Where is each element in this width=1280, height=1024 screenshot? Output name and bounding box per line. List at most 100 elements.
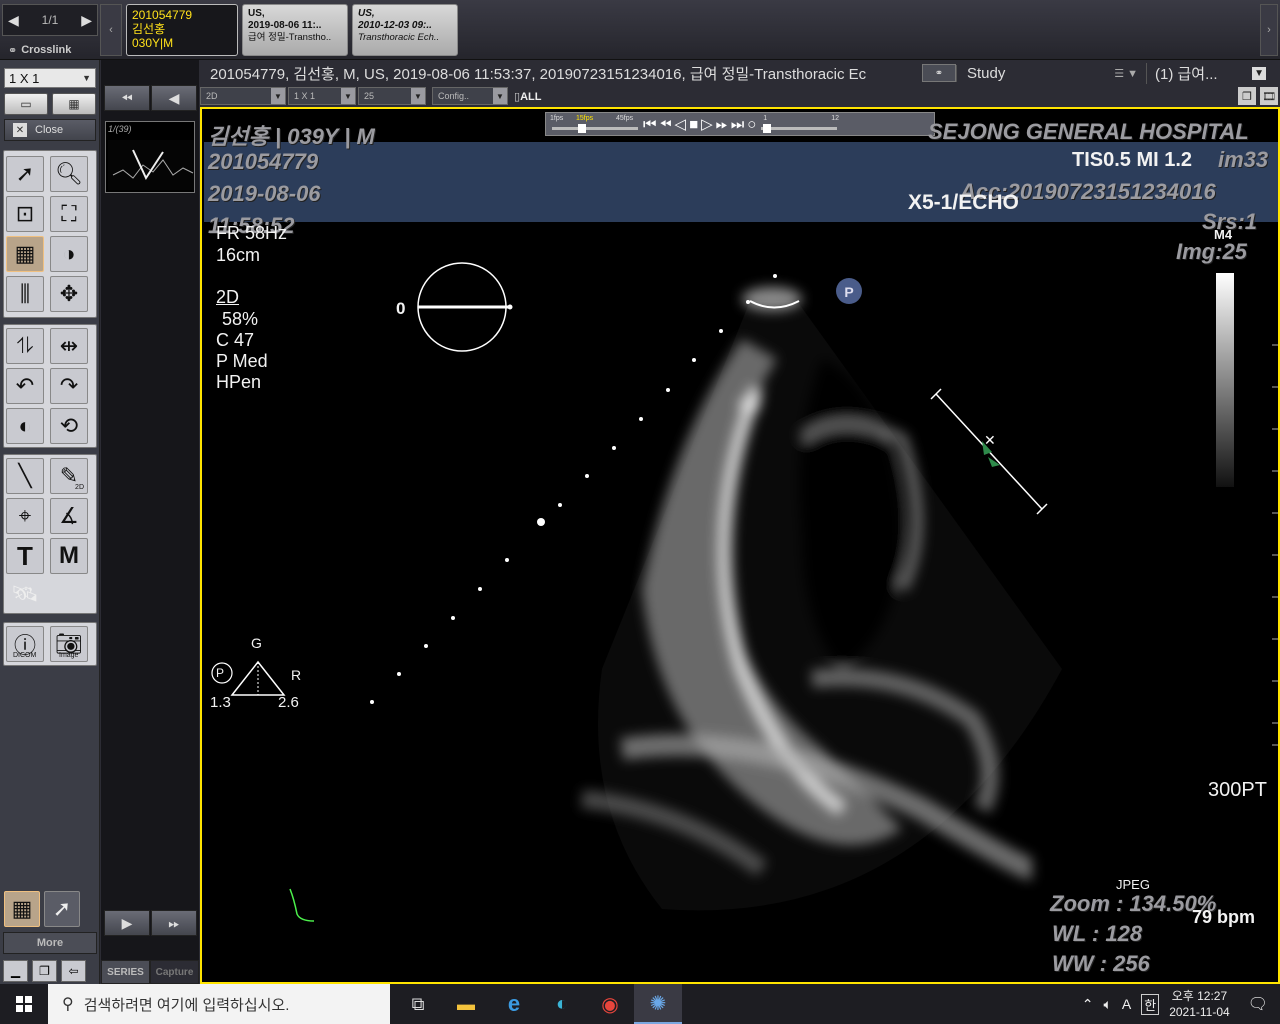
layout-value: 1 X 1 <box>294 91 316 101</box>
task-view-button[interactable]: ⧉ <box>394 984 442 1024</box>
image-capture-button[interactable]: 📷︎ Image <box>50 626 88 662</box>
prev-series-button[interactable]: ◀ <box>151 85 197 111</box>
restore-button[interactable]: ❐ <box>32 960 57 982</box>
file-explorer-button[interactable]: ▬ <box>442 984 490 1024</box>
stop-button[interactable]: ■ <box>689 116 698 133</box>
tab-series[interactable]: SERIES <box>101 960 150 984</box>
image-viewer[interactable]: P ✕ 1fps 15fps 45fps ⏮︎ ⏪︎ ◁ ■ ▷ ⏩︎ ⏭︎ ○… <box>200 107 1280 984</box>
tab-capture[interactable]: Capture <box>150 960 199 984</box>
more-button[interactable]: More <box>3 932 97 954</box>
last-frame-button[interactable]: ⏭︎ <box>731 116 745 133</box>
echo-image: P ✕ <box>211 262 1278 922</box>
all-label: ALL <box>520 90 542 103</box>
ie-button[interactable]: e <box>490 984 538 1024</box>
study-select[interactable]: Study ☰ ▼ <box>956 64 1146 82</box>
first-frame-button[interactable]: ⏮︎ <box>643 116 657 133</box>
record-button[interactable]: ○ <box>747 116 756 133</box>
fps-thumb[interactable] <box>578 124 586 133</box>
frame-end-label: 12 <box>831 115 840 122</box>
pointer-tool[interactable]: ➚ <box>6 156 44 192</box>
angle-icon: ∡ <box>59 503 79 528</box>
crosshair-tool[interactable]: ⌖ <box>6 498 44 534</box>
edge-button[interactable]: ◐ <box>538 984 586 1024</box>
config-select[interactable]: Config.. ▼ <box>432 87 508 105</box>
pacs-app-button[interactable]: ✺ <box>634 984 682 1024</box>
pointer-tool-secondary[interactable]: ➚ <box>44 891 80 927</box>
overlay-window-width: WW : 256 <box>1052 951 1150 976</box>
pan-tool[interactable]: ✥ <box>50 276 88 312</box>
maximize-viewer-button[interactable]: ❐ <box>1238 87 1256 105</box>
angle-tool[interactable]: ∡ <box>50 498 88 534</box>
zoom-tool[interactable]: 🔍︎ <box>50 156 88 192</box>
next-series-button[interactable]: ▶ <box>104 910 150 936</box>
invert-tool[interactable]: ◐ <box>6 408 44 444</box>
line-measure-tool[interactable]: ╲ <box>6 458 44 494</box>
rotate-right-tool[interactable]: ↷ <box>50 368 88 404</box>
frame-range-slider[interactable]: 1 12 <box>759 115 839 133</box>
layout-tool[interactable]: ▦ <box>6 236 44 272</box>
2d-measure-tool[interactable]: ✎ 2D <box>50 458 88 494</box>
grid-view-button[interactable]: ▦ <box>52 93 96 115</box>
volume-icon[interactable]: 🔈︎ <box>1103 996 1111 1013</box>
fast-forward-button[interactable]: ⏩︎ <box>716 116 728 133</box>
clock[interactable]: 오후 12:27 2021-11-04 <box>1169 988 1230 1020</box>
frame-thumb[interactable] <box>763 124 772 133</box>
study-scroll-right-button[interactable]: › <box>1260 4 1278 56</box>
pacs-icon: ✺ <box>649 992 667 1015</box>
minimize-button[interactable]: ▁ <box>3 960 28 982</box>
flip-vertical-tool[interactable]: ⥮ <box>6 328 44 364</box>
study-scroll-left-button[interactable]: ‹ <box>100 4 122 56</box>
crosslink-label: Crosslink <box>21 44 72 56</box>
taskbar-search[interactable]: ⚲ 검색하려면 여기에 입력하십시오. <box>48 984 390 1024</box>
next-frame-button[interactable]: ▷ <box>701 115 713 133</box>
frame-select[interactable]: 25 ▼ <box>358 87 426 105</box>
chrome-button[interactable]: ◉ <box>586 984 634 1024</box>
cine-button[interactable]: 🎞︎ <box>1260 87 1278 105</box>
zoom-area-tool[interactable]: ⊡ <box>6 196 44 232</box>
fit-tool[interactable]: ⛶ <box>50 196 88 232</box>
study-tab-id: 201054779 <box>132 8 193 22</box>
scale-tool[interactable]: 🛰︎ <box>6 576 44 612</box>
series-select[interactable]: (1) 급여... ▼ <box>1146 62 1270 84</box>
text-annotation-tool[interactable]: T <box>6 538 44 574</box>
mode-select[interactable]: 2D ▼ <box>200 87 286 105</box>
layout-tool-secondary[interactable]: ▦ <box>4 891 40 927</box>
ime-hangul[interactable]: 한 <box>1141 993 1160 1015</box>
crosslink-button[interactable]: ⚭ Crosslink <box>2 40 98 60</box>
next-series-fast-button[interactable]: ⏩︎ <box>151 910 197 936</box>
all-button[interactable]: ▯ALL <box>514 90 541 103</box>
next-page-button[interactable]: ▶ <box>81 12 92 29</box>
close-button[interactable]: ✕ Close <box>4 119 96 141</box>
prev-page-button[interactable]: ◀ <box>8 12 19 29</box>
ruler-icon: ╲ <box>18 463 32 488</box>
crosslink-toggle[interactable]: ⚭ <box>922 64 956 82</box>
fit-icon: ⛶ <box>61 201 77 226</box>
start-button[interactable] <box>0 984 48 1024</box>
single-view-button[interactable]: ▭ <box>4 93 48 115</box>
series-thumbnail[interactable]: 1/(39) <box>105 121 195 193</box>
prev-series-fast-button[interactable]: ⏪︎ <box>104 85 150 111</box>
study-tab-active[interactable]: 201054779 김선홍 030Y|M <box>126 4 238 56</box>
study-tab[interactable]: US, 2010-12-03 09:.. Transthoracic Ech.. <box>352 4 458 56</box>
layout-value: 1 X 1 <box>9 70 40 86</box>
layout-select[interactable]: 1 X 1 ▼ <box>4 68 96 88</box>
rotate-left-tool[interactable]: ↶ <box>6 368 44 404</box>
reset-tool[interactable]: ⟲ <box>50 408 88 444</box>
window-level-tool[interactable]: ◑ <box>50 236 88 272</box>
overlay-frame-rate: FR 58Hz <box>216 223 288 243</box>
marker-tool[interactable]: M <box>50 538 88 574</box>
flip-horizontal-tool[interactable]: ⇹ <box>50 328 88 364</box>
fps-slider[interactable]: 1fps 15fps 45fps <box>550 115 640 133</box>
prev-frame-button[interactable]: ◁ <box>675 115 687 133</box>
ime-mode[interactable]: A <box>1122 996 1131 1012</box>
layout-select-secondary[interactable]: 1 X 1 ▼ <box>288 87 356 105</box>
fast-back-button[interactable]: ⏪︎ <box>660 116 672 133</box>
dicom-info-button[interactable]: ⓘ DICOM <box>6 626 44 662</box>
chevron-up-icon[interactable]: ⌃ <box>1082 996 1094 1013</box>
cursor-icon: ➚ <box>15 161 35 186</box>
stack-tool[interactable]: ⫼ <box>6 276 44 312</box>
notification-icon[interactable]: 🗨︎ <box>1248 994 1268 1014</box>
study-tab[interactable]: US, 2019-08-06 11:.. 급여 정밀-Transtho.. <box>242 4 348 56</box>
link-icon: ⚭ <box>934 67 944 79</box>
exit-button[interactable]: ⇦ <box>61 960 86 982</box>
